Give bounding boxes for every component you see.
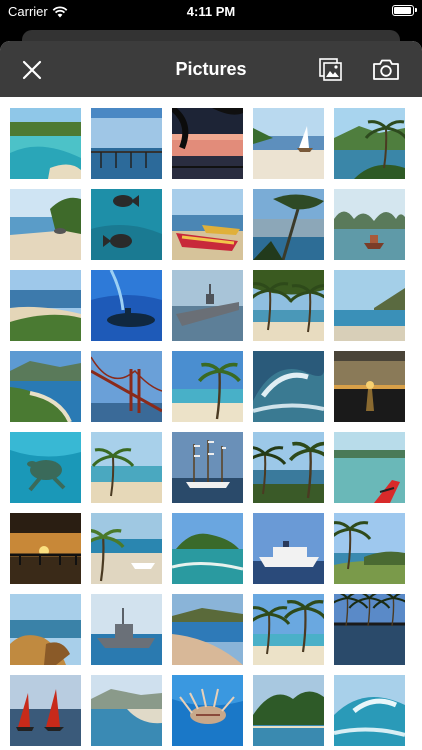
palm-on-cliff-coast-image: [334, 108, 405, 179]
photo-thumbnail-lionfish[interactable]: [172, 675, 243, 746]
photo-thumbnail-suspension-bridge[interactable]: [91, 351, 162, 422]
palm-and-boat-beach-image: [91, 513, 162, 584]
palm-reflection-lake-image: [334, 594, 405, 665]
breaking-wave-image: [253, 351, 324, 422]
page-title: Pictures: [175, 59, 247, 79]
tall-ship-image: [172, 432, 243, 503]
photo-thumbnail-karst-islands-boat[interactable]: [334, 189, 405, 260]
palm-island-beach-image: [91, 432, 162, 503]
sunset-over-sea-image: [334, 351, 405, 422]
photo-thumbnail-coastal-town-bay[interactable]: [91, 675, 162, 746]
boats-on-sand-image: [172, 189, 243, 260]
navigation-bar: Pictures: [0, 41, 422, 97]
hillside-beach-image: [10, 270, 81, 341]
palms-on-headland-image: [334, 513, 405, 584]
surfing-wave-image: [334, 675, 405, 746]
photo-thumbnail-green-island[interactable]: [172, 513, 243, 584]
photo-thumbnail-sunset-over-sea[interactable]: [334, 351, 405, 422]
photo-thumbnail-rocky-shore[interactable]: [10, 594, 81, 665]
submarine-underwater-image: [91, 270, 162, 341]
photo-thumbnail-palms-on-headland[interactable]: [334, 513, 405, 584]
photo-thumbnail-palm-over-beach[interactable]: [172, 351, 243, 422]
palm-beach-image: [253, 594, 324, 665]
lionfish-image: [172, 675, 243, 746]
pier-on-sea-image: [91, 108, 162, 179]
photo-thumbnail-palm-and-boat-beach[interactable]: [91, 513, 162, 584]
photo-thumbnail-tree-by-lake[interactable]: [253, 189, 324, 260]
photo-thumbnail-sunset-pier[interactable]: [10, 513, 81, 584]
photo-grid: [10, 108, 410, 746]
curving-bay-beach-image: [10, 351, 81, 422]
aircraft-carrier-image: [172, 270, 243, 341]
suspension-bridge-image: [91, 351, 162, 422]
photo-library-button[interactable]: [316, 55, 346, 85]
photo-thumbnail-palms-on-coast[interactable]: [253, 432, 324, 503]
photo-thumbnail-sunset-through-palm[interactable]: [172, 108, 243, 179]
photo-thumbnail-tropical-lagoon-bay[interactable]: [10, 108, 81, 179]
photo-thumbnail-cruise-ship[interactable]: [253, 513, 324, 584]
camera-icon: [373, 59, 399, 80]
forested-shore-image: [253, 675, 324, 746]
green-island-image: [172, 513, 243, 584]
pictures-sheet: Pictures: [0, 41, 422, 750]
kayak-on-lake-image: [334, 432, 405, 503]
photo-library-icon: [319, 58, 342, 81]
warship-at-sea-image: [91, 594, 162, 665]
status-time: 4:11 PM: [186, 4, 236, 19]
palms-on-coast-image: [253, 432, 324, 503]
rocky-headland-sea-image: [334, 270, 405, 341]
coastal-beach-image: [172, 594, 243, 665]
photo-thumbnail-palm-island-beach[interactable]: [91, 432, 162, 503]
photo-thumbnail-aircraft-carrier[interactable]: [172, 270, 243, 341]
camera-button[interactable]: [371, 55, 401, 85]
sea-turtle-image: [10, 432, 81, 503]
photo-thumbnail-curving-bay-beach[interactable]: [10, 351, 81, 422]
tree-by-lake-image: [253, 189, 324, 260]
photo-thumbnail-palm-beach[interactable]: [253, 594, 324, 665]
photo-thumbnail-sailboat-on-beach[interactable]: [253, 108, 324, 179]
photo-thumbnail-palm-shaded-beach[interactable]: [253, 270, 324, 341]
sailboat-on-beach-image: [253, 108, 324, 179]
red-sailboats-image: [10, 675, 81, 746]
karst-islands-boat-image: [334, 189, 405, 260]
sunset-pier-image: [10, 513, 81, 584]
tropical-lagoon-bay-image: [10, 108, 81, 179]
photo-thumbnail-pier-on-sea[interactable]: [91, 108, 162, 179]
photo-thumbnail-breaking-wave[interactable]: [253, 351, 324, 422]
photo-thumbnail-boats-on-sand[interactable]: [172, 189, 243, 260]
photo-thumbnail-rocky-headland-sea[interactable]: [334, 270, 405, 341]
palm-over-beach-image: [172, 351, 243, 422]
photo-thumbnail-beach-with-rocks[interactable]: [10, 189, 81, 260]
photo-thumbnail-surfing-wave[interactable]: [334, 675, 405, 746]
photo-thumbnail-hillside-beach[interactable]: [10, 270, 81, 341]
photo-thumbnail-fish-underwater[interactable]: [91, 189, 162, 260]
coastal-town-bay-image: [91, 675, 162, 746]
photo-thumbnail-coastal-beach[interactable]: [172, 594, 243, 665]
battery-fill: [394, 7, 411, 14]
photo-thumbnail-forested-shore[interactable]: [253, 675, 324, 746]
photo-thumbnail-submarine-underwater[interactable]: [91, 270, 162, 341]
cruise-ship-image: [253, 513, 324, 584]
status-bar: Carrier 4:11 PM: [0, 0, 422, 24]
photo-thumbnail-tall-ship[interactable]: [172, 432, 243, 503]
sunset-through-palm-image: [172, 108, 243, 179]
photo-thumbnail-kayak-on-lake[interactable]: [334, 432, 405, 503]
photo-thumbnail-palm-on-cliff-coast[interactable]: [334, 108, 405, 179]
photo-thumbnail-warship-at-sea[interactable]: [91, 594, 162, 665]
beach-with-rocks-image: [10, 189, 81, 260]
battery-icon: [392, 5, 417, 16]
photo-thumbnail-palm-reflection-lake[interactable]: [334, 594, 405, 665]
photo-thumbnail-red-sailboats[interactable]: [10, 675, 81, 746]
fish-underwater-image: [91, 189, 162, 260]
photo-thumbnail-sea-turtle[interactable]: [10, 432, 81, 503]
palm-shaded-beach-image: [253, 270, 324, 341]
rocky-shore-image: [10, 594, 81, 665]
